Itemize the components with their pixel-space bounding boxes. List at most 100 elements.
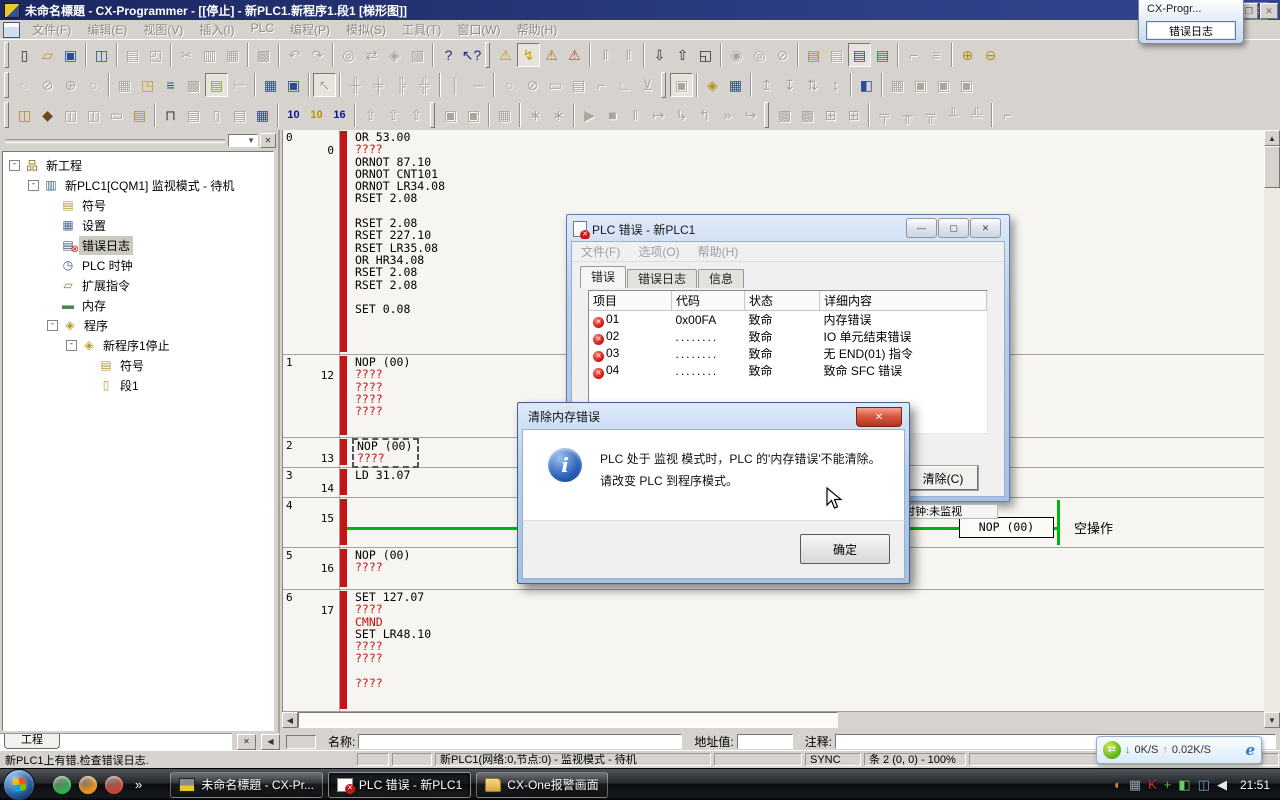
vscroll-down-button[interactable]: ▼ [1264, 712, 1280, 728]
hex-view-format-icon[interactable]: 16 [328, 103, 351, 127]
zoom-icon[interactable]: ◌ [13, 73, 36, 97]
watchbox1-icon[interactable]: ▩ [773, 103, 796, 127]
toolbar-grip[interactable] [764, 102, 769, 128]
menu-edit[interactable]: 编辑(E) [79, 19, 135, 40]
window-cascade-icon[interactable]: ◫ [13, 103, 36, 127]
plc-memory2-icon[interactable]: ▣ [462, 103, 485, 127]
freeze-monitor-icon[interactable]: ∗ [547, 103, 570, 127]
plc-memory-icon[interactable]: ▣ [439, 103, 462, 127]
tree-item-program1[interactable]: -◈新程序1停止 [3, 335, 273, 355]
name-input[interactable] [358, 734, 682, 749]
watchbox4-icon[interactable]: ⊞ [842, 103, 865, 127]
tree-item-plc[interactable]: -▥新PLC1[CQM1] 监视模式 - 待机 [3, 175, 273, 195]
compare-window-icon[interactable]: ◫ [82, 103, 105, 127]
diff-up-icon[interactable]: ↥ [755, 73, 778, 97]
mnemonic-view-icon[interactable]: ▦ [259, 73, 282, 97]
new-or-closed-contact-icon[interactable]: ╬ [413, 73, 436, 97]
pause-icon[interactable]: ‖ [617, 43, 640, 67]
panel-dropdown-button[interactable]: ▼ [228, 134, 258, 147]
error-row-01[interactable]: ✕010x00FA致命内存错误 [589, 311, 987, 329]
menu-window[interactable]: 窗口(W) [449, 19, 508, 40]
decimal-view-icon[interactable]: 10 [282, 103, 305, 127]
dialog-tab-messages[interactable]: 信息 [698, 269, 744, 288]
compare-with-plc-icon[interactable]: ◱ [694, 43, 717, 67]
tree-item-plc-clock[interactable]: ◷PLC 时钟 [3, 255, 273, 275]
undo-icon[interactable]: ↶ [283, 43, 306, 67]
tray-grid-icon[interactable]: ▦ [1129, 777, 1141, 793]
menu-view[interactable]: 视图(V) [135, 19, 191, 40]
tray-network-icon[interactable]: ◫ [1198, 777, 1210, 793]
tree-expand-plc[interactable]: - [28, 180, 39, 191]
upload-from-plc-icon[interactable]: ⇧ [671, 43, 694, 67]
ladder-rung-6[interactable]: 617SET 127.07????CMNDSET LR48.10????????… [283, 590, 1264, 712]
cut-icon[interactable]: ✂ [175, 43, 198, 67]
float-window-icon[interactable]: ▭ [105, 103, 128, 127]
plc-error-dialog-titlebar[interactable]: PLC 错误 - 新PLC1 [573, 219, 899, 239]
tray-theme-icon[interactable]: ◐ [1114, 777, 1122, 793]
toolbar-grip[interactable] [4, 102, 9, 128]
grid-icon[interactable]: ▦ [113, 73, 136, 97]
tree-view-icon[interactable]: ⊢ [228, 73, 251, 97]
network-icon[interactable]: ▩ [182, 73, 205, 97]
panel-close-button[interactable]: ✕ [260, 133, 276, 148]
cross-reference-icon[interactable]: ▣ [282, 73, 305, 97]
differential-monitor-icon[interactable]: ⌐ [902, 43, 925, 67]
transfer-up2-icon[interactable]: ⇧ [382, 103, 405, 127]
vertical-line-icon[interactable]: │ [444, 73, 467, 97]
paste-icon[interactable]: ▦ [221, 43, 244, 67]
tree-item-settings[interactable]: ▦设置 [3, 215, 273, 235]
replace-icon[interactable]: ⇄ [360, 43, 383, 67]
memory-cast-icon[interactable]: ▤ [871, 43, 894, 67]
watch-back-button[interactable]: ◀ [261, 734, 280, 750]
main-titlebar[interactable]: 未命名標題 - CX-Programmer - [[停止] - 新PLC1.新程… [0, 0, 1280, 20]
zoom-in-icon[interactable]: ⊕ [59, 73, 82, 97]
thumbnail-item[interactable]: 错误日志 [1146, 21, 1236, 40]
panel-grip[interactable] [5, 139, 225, 143]
watchbox2-icon[interactable]: ▩ [796, 103, 819, 127]
tray-power-icon[interactable]: ◧ [1178, 777, 1190, 793]
taskbar-button-cx-programmer[interactable]: 未命名標題 - CX-Pr... [170, 772, 323, 798]
sim-step-icon[interactable]: ↦ [647, 103, 670, 127]
tree-expand-program1[interactable]: - [66, 340, 77, 351]
menu-plc[interactable]: PLC [243, 19, 282, 40]
sim-stop-icon[interactable]: ■ [601, 103, 624, 127]
menu-insert[interactable]: 插入(I) [191, 19, 242, 40]
sim-scan-icon[interactable]: ↪ [739, 103, 762, 127]
diff-clear-icon[interactable]: ↨ [824, 73, 847, 97]
taskbar-button-plc-error[interactable]: PLC 错误 - 新PLC1 [328, 772, 471, 798]
menu-simulation[interactable]: 模拟(S) [338, 19, 394, 40]
dialog-menu-options[interactable]: 选项(O) [629, 242, 688, 261]
bin-view-icon[interactable]: ▣ [932, 73, 955, 97]
diff-down-icon[interactable]: ↧ [778, 73, 801, 97]
ladder-monitor-icon[interactable]: ▤ [205, 73, 228, 97]
print-icon[interactable]: ▤ [121, 43, 144, 67]
net-branch4-icon[interactable]: ╨ [942, 103, 965, 127]
tree-expand-project[interactable]: - [9, 160, 20, 171]
print-preview-icon[interactable]: ◰ [144, 43, 167, 67]
dialog-tab-error-log[interactable]: 错误日志 [627, 269, 697, 288]
change-all-icon[interactable]: ◈ [383, 43, 406, 67]
properties-icon[interactable]: ▤ [128, 103, 151, 127]
new-or-contact-icon[interactable]: ╠ [390, 73, 413, 97]
rung-list-icon[interactable]: ≡ [159, 73, 182, 97]
tree-item-project[interactable]: -品新工程 [3, 155, 273, 175]
net-branch2-icon[interactable]: ╥ [896, 103, 919, 127]
open-file-icon[interactable]: ▱ [36, 43, 59, 67]
ok-button[interactable]: 确定 [800, 534, 890, 564]
zoom-out-icon[interactable]: ⊘ [36, 73, 59, 97]
menu-help[interactable]: 帮助(H) [509, 19, 566, 40]
diff-both-icon[interactable]: ⇅ [801, 73, 824, 97]
watch-grid-icon[interactable]: ▦ [886, 73, 909, 97]
taskbar-clock[interactable]: 21:51 [1240, 778, 1270, 792]
file-compare-icon[interactable]: ◫ [90, 43, 113, 67]
ladder-window-icon[interactable] [3, 22, 20, 38]
dialog-menu-help[interactable]: 帮助(H) [689, 242, 748, 261]
save-icon[interactable]: ▣ [59, 43, 82, 67]
tray-volume-icon[interactable]: ◀ [1217, 777, 1227, 793]
monitor-error-icon[interactable]: ↯ [517, 43, 540, 67]
quicklaunch-antivirus-icon[interactable] [79, 776, 97, 794]
toolbar-grip[interactable] [4, 42, 9, 68]
io-comment-icon[interactable]: ▦ [724, 73, 747, 97]
menu-program[interactable]: 编程(P) [282, 19, 338, 40]
new-contact-icon[interactable]: ╫ [344, 73, 367, 97]
